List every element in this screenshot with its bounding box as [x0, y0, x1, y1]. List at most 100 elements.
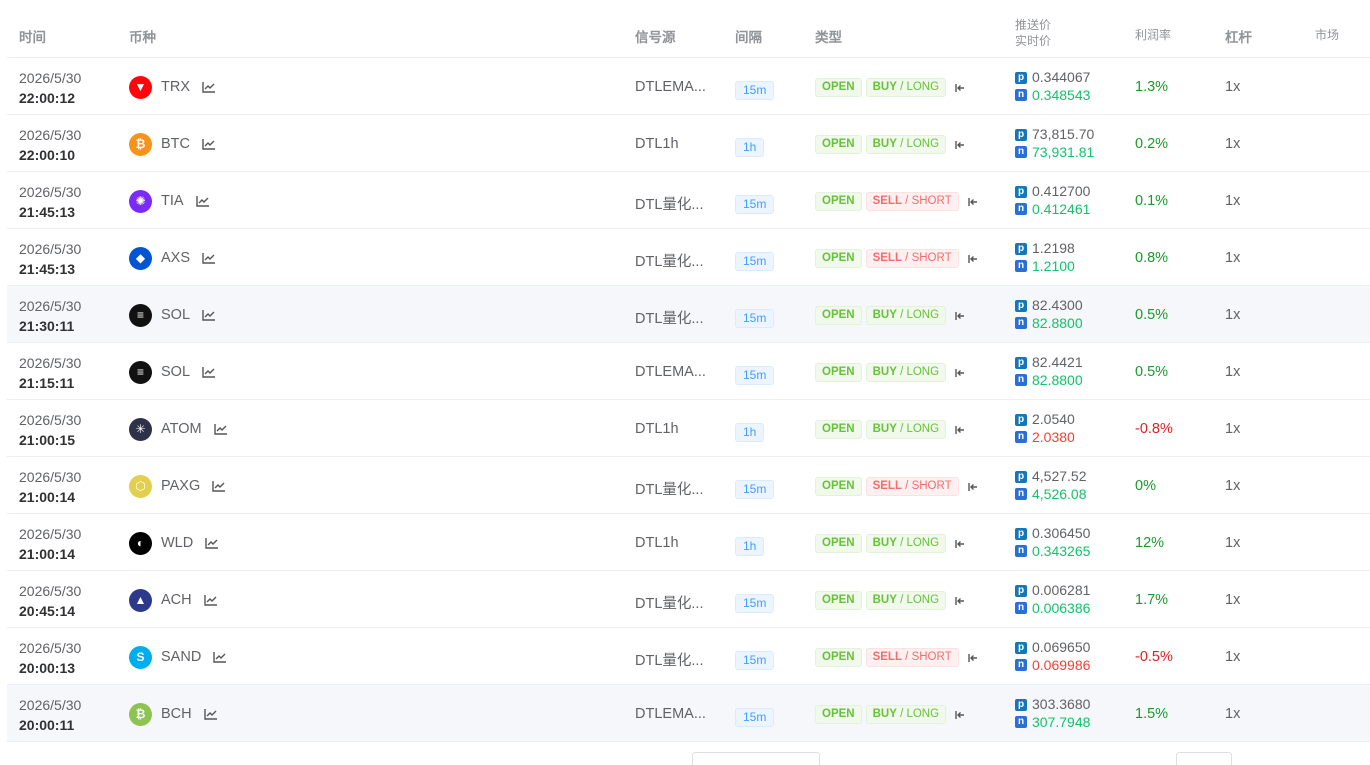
table-row[interactable]: 2026/5/30 21:45:13 ◆ AXS DTL量化... 15m OP…: [7, 229, 1370, 286]
coin-cell[interactable]: ≡ SOL: [129, 360, 216, 384]
close-position-icon[interactable]: [954, 424, 966, 436]
push-price: 82.4421: [1032, 354, 1083, 370]
interval-badge: 1h: [735, 138, 765, 157]
real-price-icon: n: [1015, 374, 1027, 387]
open-tag: OPEN: [815, 306, 862, 325]
header-time[interactable]: 时间: [19, 26, 46, 46]
chart-icon[interactable]: [202, 366, 216, 378]
close-position-icon[interactable]: [967, 652, 979, 664]
header-real-price: 实时价: [1015, 34, 1052, 48]
chart-icon[interactable]: [202, 309, 216, 321]
chart-icon[interactable]: [212, 480, 226, 492]
bch-icon: ₿: [129, 702, 152, 726]
axs-icon: ◆: [129, 246, 152, 270]
ach-icon: ▲: [129, 588, 152, 612]
coin-cell[interactable]: ✺ TIA: [129, 189, 210, 213]
close-position-icon[interactable]: [954, 595, 966, 607]
push-price: 0.344067: [1032, 69, 1091, 85]
header-market[interactable]: 市场: [1315, 26, 1339, 43]
pagination: [0, 752, 1370, 765]
close-position-icon[interactable]: [954, 538, 966, 550]
chart-icon[interactable]: [213, 423, 228, 435]
chart-icon[interactable]: [213, 651, 227, 663]
profit-rate: 0.5%: [1135, 364, 1169, 380]
real-price: 1.2100: [1032, 257, 1075, 274]
chart-icon[interactable]: [203, 708, 218, 720]
interval-badge: 15m: [735, 252, 775, 271]
header-price[interactable]: 推送价 实时价: [1015, 17, 1051, 49]
header-leverage[interactable]: 杠杆: [1225, 26, 1252, 46]
close-position-icon[interactable]: [967, 481, 979, 493]
time-text: 21:00:14: [19, 546, 76, 562]
sand-icon: S: [129, 645, 152, 669]
close-position-icon[interactable]: [954, 310, 966, 322]
coin-symbol: TIA: [161, 193, 184, 209]
profit-rate: 0.8%: [1135, 250, 1169, 266]
close-position-icon[interactable]: [954, 139, 966, 151]
open-tag: OPEN: [815, 705, 862, 724]
table-row[interactable]: 2026/5/30 21:00:15 ✳ ATOM DTL1h 1h OPEN …: [7, 400, 1370, 457]
coin-cell[interactable]: ✳ ATOM: [129, 417, 228, 441]
time-text: 21:00:14: [19, 489, 76, 505]
table-row[interactable]: 2026/5/30 20:00:11 ₿ BCH DTLEMA... 15m O…: [7, 685, 1370, 742]
push-price: 0.412700: [1032, 183, 1091, 199]
coin-symbol: SAND: [161, 649, 202, 665]
profit-rate: 0.5%: [1135, 307, 1169, 323]
table-row[interactable]: 2026/5/30 21:00:14 ◐ WLD DTL1h 1h OPEN B…: [7, 514, 1370, 571]
signal-source: DTLEMA...: [635, 364, 706, 380]
table-row[interactable]: 2026/5/30 21:00:14 ⬡ PAXG DTL量化... 15m O…: [7, 457, 1370, 514]
time-cell: 2026/5/30 21:00:14: [19, 524, 81, 564]
coin-cell[interactable]: ▲ ACH: [129, 588, 218, 612]
coin-cell[interactable]: ₿ BCH: [129, 702, 218, 726]
leverage: 1x: [1225, 592, 1241, 608]
header-type[interactable]: 类型: [815, 26, 842, 46]
real-price-icon: n: [1015, 203, 1027, 216]
date-text: 2026/5/30: [19, 412, 82, 428]
header-interval[interactable]: 间隔: [735, 26, 762, 46]
leverage: 1x: [1225, 649, 1241, 665]
real-price-icon: n: [1015, 488, 1027, 501]
date-text: 2026/5/30: [19, 184, 82, 200]
chart-icon[interactable]: [203, 594, 218, 606]
chart-icon[interactable]: [195, 195, 210, 207]
side-tag: SELL / SHORT: [865, 477, 959, 496]
table-row[interactable]: 2026/5/30 21:45:13 ✺ TIA DTL量化... 15m OP…: [7, 172, 1370, 229]
header-push-price: 推送价: [1015, 18, 1052, 32]
chart-icon[interactable]: [205, 537, 219, 549]
real-price-icon: n: [1015, 89, 1027, 102]
close-position-icon[interactable]: [954, 82, 966, 94]
coin-cell[interactable]: ⬡ PAXG: [129, 474, 226, 498]
coin-symbol: ACH: [161, 592, 192, 608]
close-position-icon[interactable]: [954, 367, 966, 379]
coin-cell[interactable]: ▼ TRX: [129, 75, 216, 99]
close-position-icon[interactable]: [967, 253, 979, 265]
close-position-icon[interactable]: [954, 709, 966, 721]
coin-cell[interactable]: S SAND: [129, 645, 227, 669]
page-jump-input[interactable]: [1176, 752, 1232, 765]
header-coin[interactable]: 币种: [129, 26, 156, 46]
coin-cell[interactable]: ≡ SOL: [129, 303, 216, 327]
table-row[interactable]: 2026/5/30 21:30:11 ≡ SOL DTL量化... 15m OP…: [7, 286, 1370, 343]
coin-cell[interactable]: ₿ BTC: [129, 132, 216, 156]
push-price: 73,815.70: [1032, 126, 1095, 142]
chart-icon[interactable]: [202, 138, 216, 150]
header-source[interactable]: 信号源: [635, 26, 676, 46]
page-size-select[interactable]: [692, 752, 820, 765]
table-row[interactable]: 2026/5/30 20:45:14 ▲ ACH DTL量化... 15m OP…: [7, 571, 1370, 628]
price-cell: p 0.006281 n 0.006386: [1015, 582, 1090, 617]
coin-cell[interactable]: ◐ WLD: [129, 531, 219, 555]
coin-cell[interactable]: ◆ AXS: [129, 246, 216, 270]
close-position-icon[interactable]: [967, 196, 979, 208]
table-row[interactable]: 2026/5/30 22:00:10 ₿ BTC DTL1h 1h OPEN B…: [7, 115, 1370, 172]
chart-icon[interactable]: [202, 252, 216, 264]
time-cell: 2026/5/30 20:00:13: [19, 638, 81, 678]
leverage: 1x: [1225, 136, 1241, 152]
side-sub-label: LONG: [906, 423, 940, 435]
chart-icon[interactable]: [202, 81, 216, 93]
btc-icon: ₿: [129, 132, 152, 156]
table-row[interactable]: 2026/5/30 22:00:12 ▼ TRX DTLEMA... 15m O…: [7, 58, 1370, 115]
header-profit[interactable]: 利润率: [1135, 26, 1171, 43]
side-tag: BUY / LONG: [865, 534, 947, 553]
table-row[interactable]: 2026/5/30 20:00:13 S SAND DTL量化... 15m O…: [7, 628, 1370, 685]
table-row[interactable]: 2026/5/30 21:15:11 ≡ SOL DTLEMA... 15m O…: [7, 343, 1370, 400]
